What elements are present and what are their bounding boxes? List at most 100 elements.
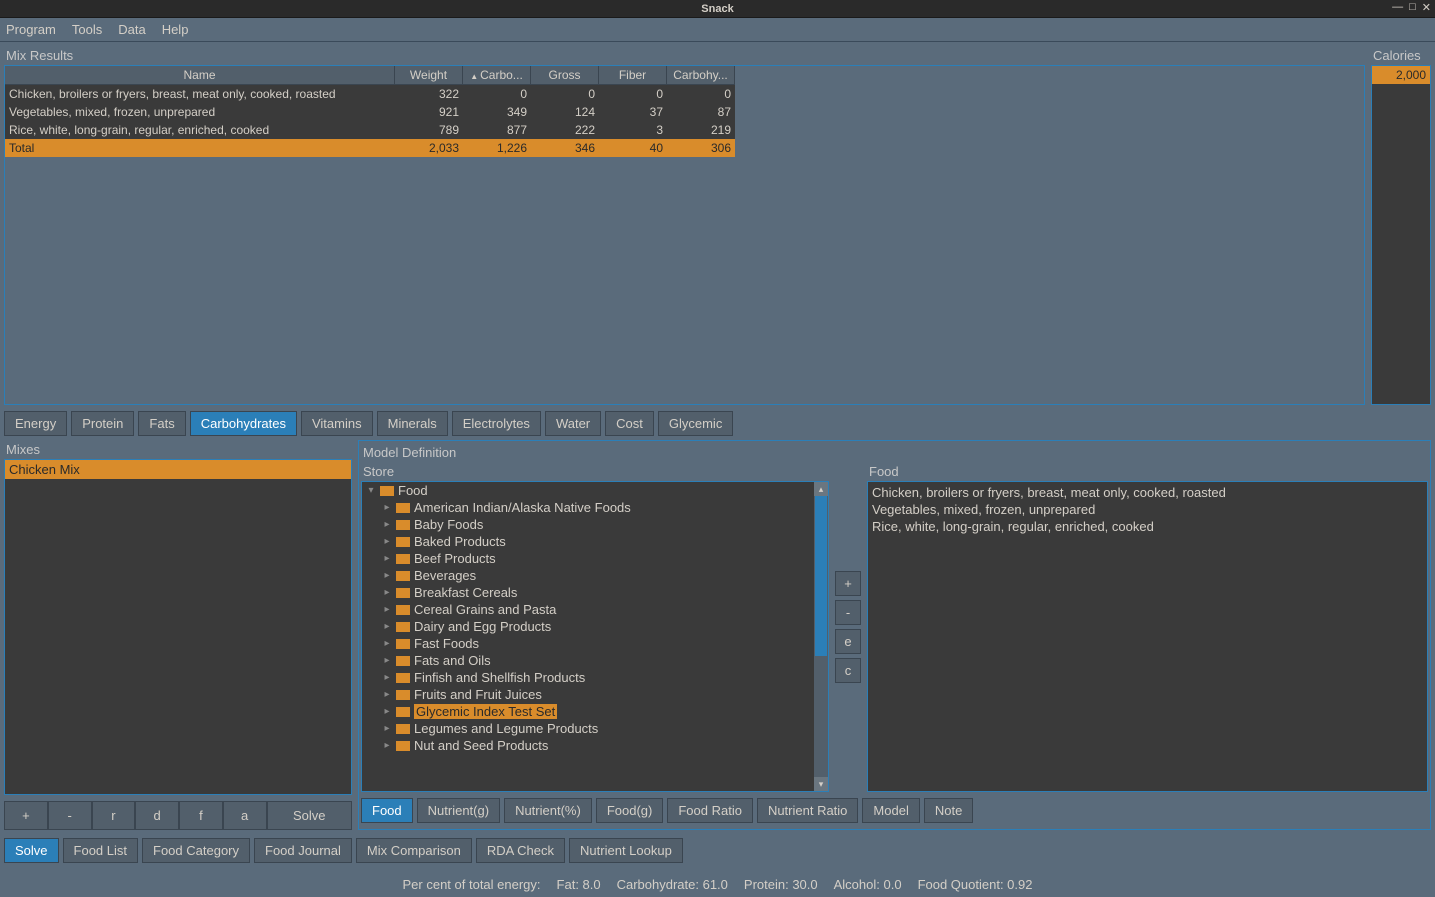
bottom-tab-food-list[interactable]: Food List	[63, 838, 138, 863]
scroll-down-icon[interactable]: ▾	[814, 777, 828, 791]
expander-icon[interactable]: ▸	[382, 638, 392, 649]
mix-btn-d[interactable]: d	[135, 801, 179, 830]
col-carbo1[interactable]: Carbo...	[463, 66, 531, 84]
tree-item[interactable]: ▸Fruits and Fruit Juices	[362, 686, 828, 703]
tree-item[interactable]: ▸Baked Products	[362, 533, 828, 550]
tree-item[interactable]: ▸American Indian/Alaska Native Foods	[362, 499, 828, 516]
tree-item[interactable]: ▸Fast Foods	[362, 635, 828, 652]
expander-icon[interactable]: ▾	[366, 485, 376, 496]
food-item[interactable]: Vegetables, mixed, frozen, unprepared	[870, 501, 1425, 518]
bottom-tab-food-journal[interactable]: Food Journal	[254, 838, 352, 863]
tab-minerals[interactable]: Minerals	[377, 411, 448, 436]
tree-item[interactable]: ▸Cereal Grains and Pasta	[362, 601, 828, 618]
col-name[interactable]: Name	[5, 66, 395, 84]
tree-item[interactable]: ▸Glycemic Index Test Set	[362, 703, 828, 720]
mix-btn-f[interactable]: f	[179, 801, 223, 830]
scroll-up-icon[interactable]: ▴	[814, 482, 828, 496]
tab-carbohydrates[interactable]: Carbohydrates	[190, 411, 297, 436]
mix-btn-r[interactable]: r	[92, 801, 136, 830]
model-tab-model[interactable]: Model	[862, 798, 919, 823]
tree-item[interactable]: ▸Breakfast Cereals	[362, 584, 828, 601]
tree-item[interactable]: ▸Nut and Seed Products	[362, 737, 828, 754]
minimize-icon[interactable]: —	[1392, 1, 1403, 14]
mix-btn-solve[interactable]: Solve	[267, 801, 353, 830]
folder-icon	[380, 486, 394, 496]
close-icon[interactable]: ✕	[1422, 1, 1431, 14]
col-carbohy[interactable]: Carbohy...	[667, 66, 735, 84]
tree-item[interactable]: ▸Dairy and Egg Products	[362, 618, 828, 635]
model-btn--[interactable]: -	[835, 600, 861, 625]
expander-icon[interactable]: ▸	[382, 655, 392, 666]
model-tab-foodg[interactable]: Food(g)	[596, 798, 664, 823]
menu-program[interactable]: Program	[6, 22, 56, 37]
col-gross[interactable]: Gross	[531, 66, 599, 84]
menu-tools[interactable]: Tools	[72, 22, 102, 37]
mixes-list[interactable]: Chicken Mix	[4, 459, 352, 795]
food-item[interactable]: Chicken, broilers or fryers, breast, mea…	[870, 484, 1425, 501]
expander-icon[interactable]: ▸	[382, 570, 392, 581]
folder-icon	[396, 639, 410, 649]
tab-fats[interactable]: Fats	[138, 411, 185, 436]
expander-icon[interactable]: ▸	[382, 536, 392, 547]
expander-icon[interactable]: ▸	[382, 621, 392, 632]
scroll-thumb[interactable]	[815, 496, 827, 656]
model-tab-nutrientratio[interactable]: Nutrient Ratio	[757, 798, 858, 823]
table-row[interactable]: Vegetables, mixed, frozen, unprepared921…	[5, 103, 735, 121]
mix-btn--[interactable]: -	[48, 801, 92, 830]
food-list[interactable]: Chicken, broilers or fryers, breast, mea…	[867, 481, 1428, 792]
mix-btn-+[interactable]: +	[4, 801, 48, 830]
tree-item[interactable]: ▸Beef Products	[362, 550, 828, 567]
bottom-tab-nutrient-lookup[interactable]: Nutrient Lookup	[569, 838, 683, 863]
tree-scrollbar[interactable]: ▴ ▾	[814, 482, 828, 791]
folder-icon	[396, 537, 410, 547]
col-weight[interactable]: Weight	[395, 66, 463, 84]
col-fiber[interactable]: Fiber	[599, 66, 667, 84]
expander-icon[interactable]: ▸	[382, 706, 392, 717]
tree-item[interactable]: ▸Legumes and Legume Products	[362, 720, 828, 737]
tree-root[interactable]: ▾ Food	[362, 482, 828, 499]
expander-icon[interactable]: ▸	[382, 587, 392, 598]
tree-item[interactable]: ▸Fats and Oils	[362, 652, 828, 669]
bottom-tab-solve[interactable]: Solve	[4, 838, 59, 863]
mix-item[interactable]: Chicken Mix	[5, 460, 351, 479]
expander-icon[interactable]: ▸	[382, 689, 392, 700]
menu-data[interactable]: Data	[118, 22, 145, 37]
menu-help[interactable]: Help	[162, 22, 189, 37]
tab-electrolytes[interactable]: Electrolytes	[452, 411, 541, 436]
tree-item[interactable]: ▸Baby Foods	[362, 516, 828, 533]
maximize-icon[interactable]: □	[1409, 1, 1416, 14]
tab-glycemic[interactable]: Glycemic	[658, 411, 733, 436]
expander-icon[interactable]: ▸	[382, 672, 392, 683]
bottom-tab-rda-check[interactable]: RDA Check	[476, 838, 565, 863]
model-btn-e[interactable]: e	[835, 629, 861, 654]
expander-icon[interactable]: ▸	[382, 502, 392, 513]
expander-icon[interactable]: ▸	[382, 553, 392, 564]
table-row[interactable]: Chicken, broilers or fryers, breast, mea…	[5, 85, 735, 103]
tree-item[interactable]: ▸Beverages	[362, 567, 828, 584]
tab-energy[interactable]: Energy	[4, 411, 67, 436]
mix-btn-a[interactable]: a	[223, 801, 267, 830]
tree-item[interactable]: ▸Finfish and Shellfish Products	[362, 669, 828, 686]
model-tab-nutrientg[interactable]: Nutrient(g)	[417, 798, 500, 823]
table-row[interactable]: Rice, white, long-grain, regular, enrich…	[5, 121, 735, 139]
bottom-tab-food-category[interactable]: Food Category	[142, 838, 250, 863]
folder-icon	[396, 520, 410, 530]
folder-icon	[396, 690, 410, 700]
tab-protein[interactable]: Protein	[71, 411, 134, 436]
expander-icon[interactable]: ▸	[382, 519, 392, 530]
model-tab-nutrient[interactable]: Nutrient(%)	[504, 798, 592, 823]
expander-icon[interactable]: ▸	[382, 740, 392, 751]
store-tree[interactable]: ▾ Food ▸American Indian/Alaska Native Fo…	[361, 481, 829, 792]
tab-vitamins[interactable]: Vitamins	[301, 411, 373, 436]
model-tab-food[interactable]: Food	[361, 798, 413, 823]
expander-icon[interactable]: ▸	[382, 723, 392, 734]
expander-icon[interactable]: ▸	[382, 604, 392, 615]
food-item[interactable]: Rice, white, long-grain, regular, enrich…	[870, 518, 1425, 535]
model-btn-+[interactable]: +	[835, 571, 861, 596]
model-tab-foodratio[interactable]: Food Ratio	[667, 798, 753, 823]
tab-water[interactable]: Water	[545, 411, 601, 436]
bottom-tab-mix-comparison[interactable]: Mix Comparison	[356, 838, 472, 863]
model-btn-c[interactable]: c	[835, 658, 861, 683]
model-tab-note[interactable]: Note	[924, 798, 973, 823]
tab-cost[interactable]: Cost	[605, 411, 654, 436]
